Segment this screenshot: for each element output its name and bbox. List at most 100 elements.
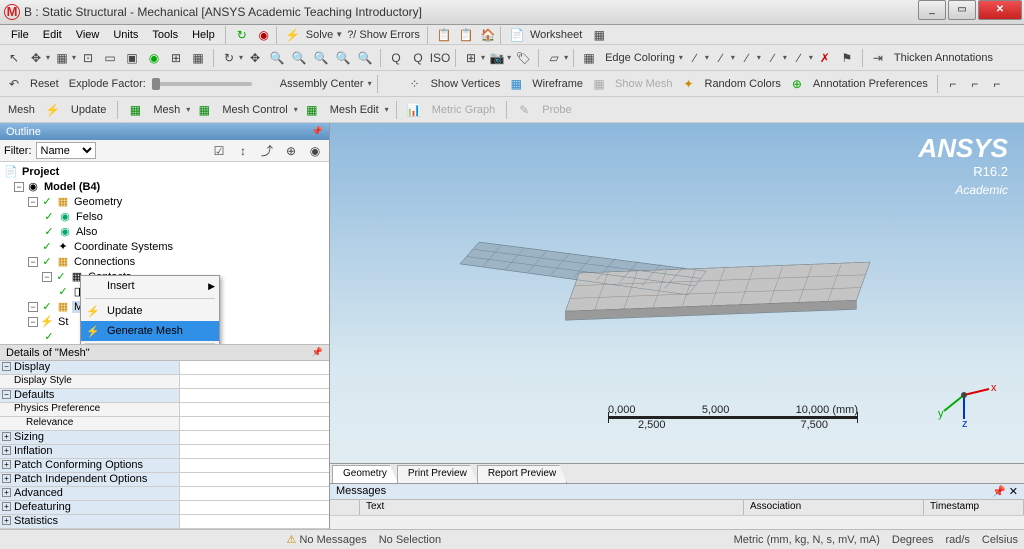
- mesh-edit-button[interactable]: Mesh Edit: [326, 104, 383, 116]
- tree-project[interactable]: Project: [20, 166, 61, 178]
- menu-view[interactable]: View: [69, 27, 107, 43]
- det-relevance[interactable]: Relevance: [0, 417, 180, 430]
- tool-icon-a[interactable]: 📋: [435, 26, 453, 44]
- screenshot-icon[interactable]: 📷: [487, 48, 507, 68]
- select-mode-icon[interactable]: ✥: [26, 48, 46, 68]
- align-y-icon[interactable]: ⌐: [965, 74, 985, 94]
- metric-graph-button[interactable]: Metric Graph: [428, 104, 500, 116]
- det-display[interactable]: Display: [14, 361, 50, 373]
- body-icon[interactable]: ◉: [144, 48, 164, 68]
- ctx-update[interactable]: ⚡Update: [81, 301, 219, 321]
- menu-units[interactable]: Units: [106, 27, 145, 43]
- thicken-button[interactable]: Thicken Annotations: [890, 52, 997, 64]
- menu-help[interactable]: Help: [185, 27, 222, 43]
- node-icon[interactable]: ⊞: [166, 48, 186, 68]
- tool-icon-c[interactable]: 🏠: [479, 26, 497, 44]
- msg-col-assoc[interactable]: Association: [744, 500, 924, 515]
- tab-report-preview[interactable]: Report Preview: [477, 465, 567, 483]
- status-rad[interactable]: rad/s: [945, 534, 969, 546]
- status-messages[interactable]: ⚠ No Messages: [287, 533, 367, 546]
- mesh-control-button[interactable]: Mesh Control: [218, 104, 291, 116]
- triad-icon[interactable]: x y z: [934, 365, 994, 425]
- explode-slider[interactable]: [152, 82, 252, 86]
- mesh-button[interactable]: Mesh: [149, 104, 184, 116]
- edge-coloring-button[interactable]: Edge Coloring: [601, 52, 679, 64]
- reset-icon[interactable]: ↶: [4, 74, 24, 94]
- update-button[interactable]: Update: [67, 104, 110, 116]
- filter-icon-3[interactable]: ⤴: [257, 141, 277, 161]
- edge-icon[interactable]: ▭: [100, 48, 120, 68]
- mesh-toggle[interactable]: −: [28, 302, 38, 312]
- views-icon[interactable]: Q: [408, 48, 428, 68]
- tool-dd[interactable]: ▦: [590, 26, 608, 44]
- show-mesh-button[interactable]: Show Mesh: [611, 78, 676, 90]
- solve-icon[interactable]: ⚡: [284, 26, 302, 44]
- msg-col-icon[interactable]: [330, 500, 360, 515]
- random-colors-icon[interactable]: ✦: [679, 74, 699, 94]
- ctx-insert[interactable]: Insert▶: [81, 276, 219, 296]
- fit-icon[interactable]: 🔍: [311, 48, 331, 68]
- plane-icon[interactable]: ▱: [544, 48, 564, 68]
- tree-geometry[interactable]: Geometry: [72, 196, 124, 208]
- show-mesh-icon[interactable]: ▦: [589, 74, 609, 94]
- show-errors-button[interactable]: ?/ Show Errors: [343, 29, 424, 41]
- mesh-edit-icon[interactable]: ▦: [302, 100, 322, 120]
- det-sizing[interactable]: Sizing: [14, 431, 44, 443]
- stroke3-icon[interactable]: ∕: [737, 48, 757, 68]
- align-z-icon[interactable]: ⌐: [987, 74, 1007, 94]
- mesh-dd-icon[interactable]: ▦: [125, 100, 145, 120]
- cont-toggle[interactable]: −: [42, 272, 52, 282]
- det-physics[interactable]: Physics Preference: [0, 403, 180, 416]
- filter-icon-5[interactable]: ◉: [305, 141, 325, 161]
- status-degrees[interactable]: Degrees: [892, 534, 934, 546]
- status-celsius[interactable]: Celsius: [982, 534, 1018, 546]
- rotate-icon[interactable]: ↻: [219, 48, 239, 68]
- filter-icon-1[interactable]: ☑: [209, 141, 229, 161]
- wireframe-button[interactable]: Wireframe: [528, 78, 587, 90]
- prev-view-icon[interactable]: 🔍: [355, 48, 375, 68]
- tree-connections[interactable]: Connections: [72, 256, 137, 268]
- minimize-button[interactable]: _: [918, 0, 946, 20]
- maximize-button[interactable]: ▭: [948, 0, 976, 20]
- msg-col-time[interactable]: Timestamp: [924, 500, 1024, 515]
- tree-also[interactable]: Also: [74, 226, 99, 238]
- filter-select[interactable]: Name: [36, 142, 96, 159]
- menu-tools[interactable]: Tools: [145, 27, 185, 43]
- msg-col-text[interactable]: Text: [360, 500, 744, 515]
- tab-geometry[interactable]: Geometry: [332, 465, 398, 483]
- flag-icon[interactable]: ⚑: [837, 48, 857, 68]
- align-x-icon[interactable]: ⌐: [943, 74, 963, 94]
- tree-model[interactable]: Model (B4): [42, 181, 102, 193]
- outline-tree[interactable]: 📄Project −◉Model (B4) −✓▦Geometry ✓◉Fels…: [0, 162, 329, 344]
- det-inflation[interactable]: Inflation: [14, 445, 53, 457]
- menu-file[interactable]: File: [4, 27, 36, 43]
- stroke4-icon[interactable]: ∕: [763, 48, 783, 68]
- det-statistics[interactable]: Statistics: [14, 515, 58, 527]
- solve-button[interactable]: Solve: [302, 29, 338, 41]
- thicken-icon[interactable]: ⇥: [868, 48, 888, 68]
- iso-dd-icon[interactable]: ISO: [430, 48, 450, 68]
- zoom-icon[interactable]: 🔍: [267, 48, 287, 68]
- reset-button[interactable]: Reset: [26, 78, 63, 90]
- face-icon[interactable]: ▣: [122, 48, 142, 68]
- menu-edit[interactable]: Edit: [36, 27, 69, 43]
- element-icon[interactable]: ▦: [188, 48, 208, 68]
- select-icon[interactable]: ↖: [4, 48, 24, 68]
- random-colors-button[interactable]: Random Colors: [701, 78, 785, 90]
- tab-print-preview[interactable]: Print Preview: [397, 465, 478, 483]
- edge-color-icon[interactable]: ▦: [579, 48, 599, 68]
- probe-icon[interactable]: ✎: [514, 100, 534, 120]
- magnify-icon[interactable]: 🔍: [333, 48, 353, 68]
- ss-toggle[interactable]: −: [28, 317, 38, 327]
- conn-toggle[interactable]: −: [28, 257, 38, 267]
- filter-icon-4[interactable]: ⊕: [281, 141, 301, 161]
- det-patch-ind[interactable]: Patch Independent Options: [14, 473, 147, 485]
- annotation-prefs-button[interactable]: Annotation Preferences: [809, 78, 932, 90]
- vertex-icon[interactable]: ⊡: [78, 48, 98, 68]
- det-patch-conf[interactable]: Patch Conforming Options: [14, 459, 143, 471]
- stroke5-icon[interactable]: ∕: [789, 48, 809, 68]
- display-icon[interactable]: ⊞: [461, 48, 481, 68]
- status-units[interactable]: Metric (mm, kg, N, s, mV, mA): [734, 534, 880, 546]
- assembly-center-dd[interactable]: Assembly Center: [276, 78, 368, 90]
- model-toggle[interactable]: −: [14, 182, 24, 192]
